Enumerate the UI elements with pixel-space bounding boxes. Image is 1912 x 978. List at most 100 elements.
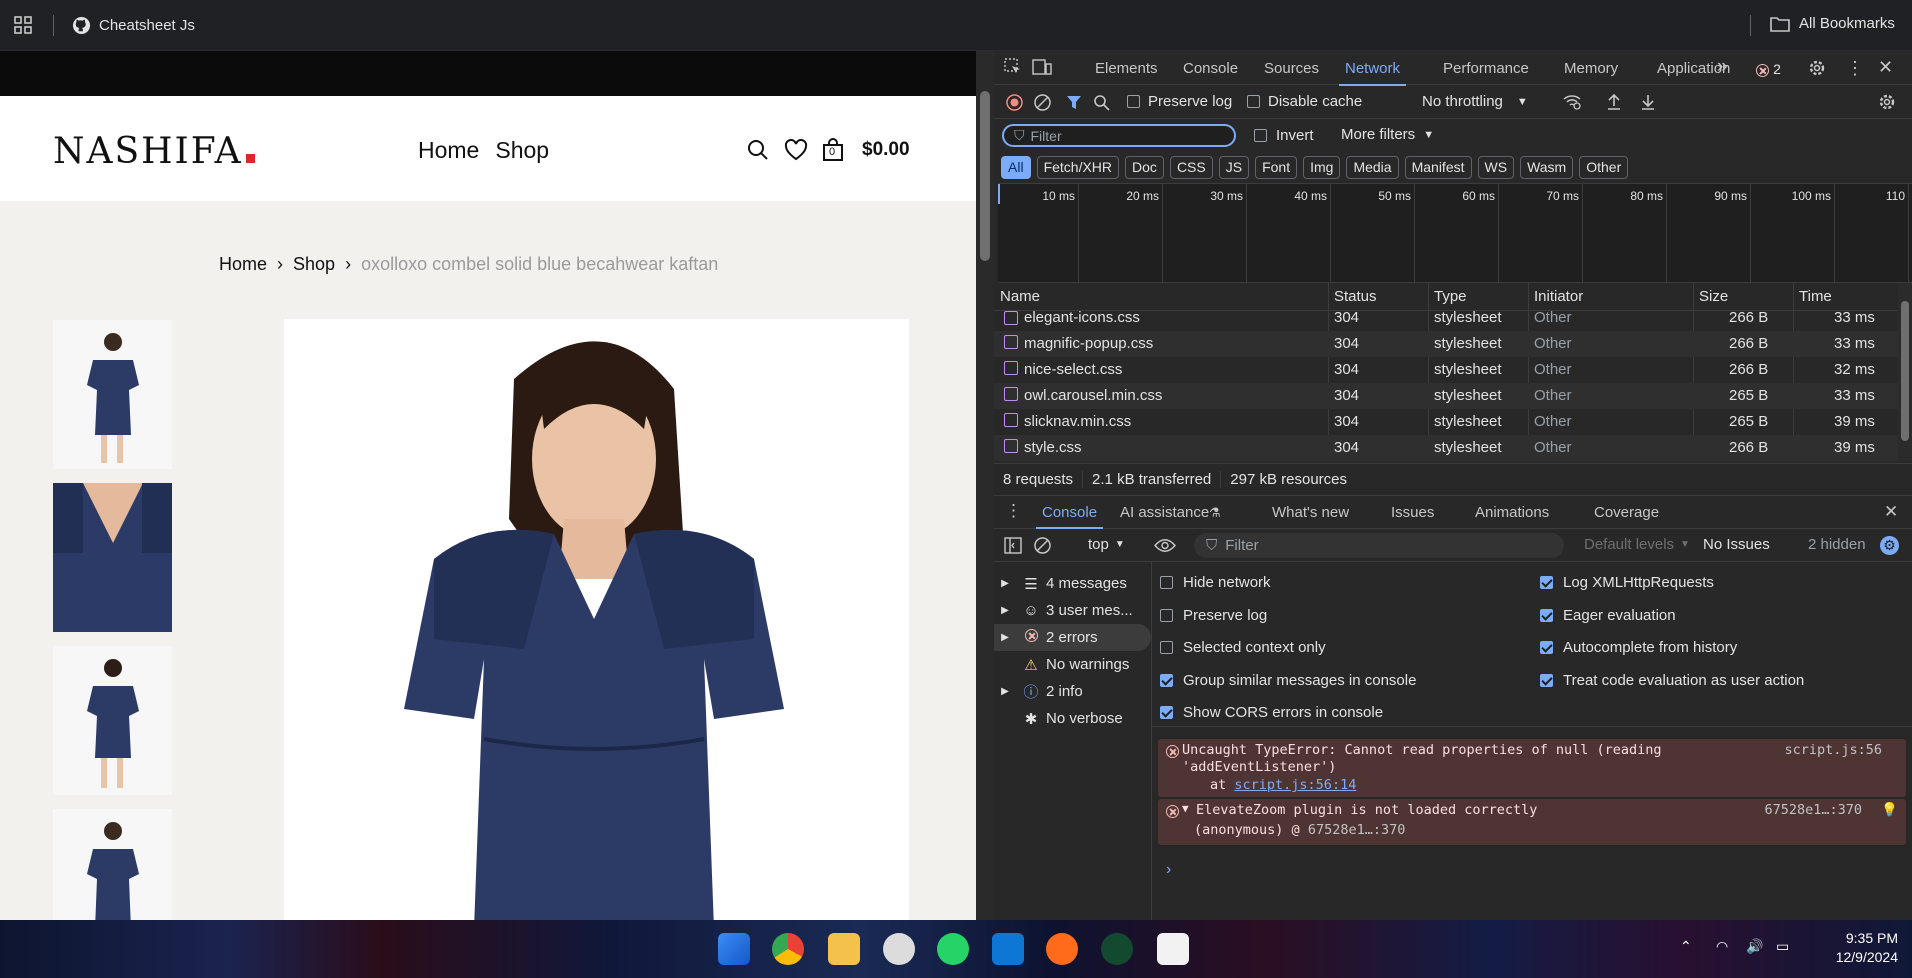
live-expression-eye-icon[interactable] — [1154, 538, 1176, 553]
inspect-element-icon[interactable] — [1004, 58, 1022, 76]
tab-console[interactable]: Console — [1183, 60, 1238, 77]
type-filter-manifest[interactable]: Manifest — [1404, 155, 1472, 179]
windows-start-icon[interactable] — [718, 933, 750, 965]
filter-funnel-icon[interactable] — [1066, 95, 1082, 110]
preserve-log-checkbox[interactable]: Preserve log — [1127, 93, 1232, 110]
setting-group-similar[interactable]: Group similar messages in console — [1160, 672, 1416, 689]
setting-user-action[interactable]: Treat code evaluation as user action — [1540, 672, 1804, 689]
console-error-message[interactable]: Uncaught TypeError: Cannot read properti… — [1158, 739, 1906, 797]
invert-checkbox[interactable]: Invert — [1254, 127, 1314, 144]
ai-explain-icon[interactable]: 💡 — [1881, 802, 1898, 818]
network-settings-gear-icon[interactable] — [1878, 93, 1896, 111]
product-thumbnail[interactable] — [53, 646, 172, 795]
vscode-icon[interactable] — [992, 933, 1024, 965]
product-main-image[interactable] — [284, 319, 909, 920]
type-filter-fetch[interactable]: Fetch/XHR — [1036, 155, 1120, 179]
error-count-badge[interactable]: 2 — [1756, 61, 1781, 78]
sidebar-item-info[interactable]: ▶ ⓘ 2 info — [994, 678, 1151, 705]
console-prompt[interactable]: › — [1166, 861, 1171, 879]
sidebar-item-verbose[interactable]: ✱ No verbose — [994, 705, 1151, 732]
table-row[interactable]: style.css 304 stylesheet Other 266 B 39 … — [994, 435, 1898, 461]
drawer-tab-issues[interactable]: Issues — [1391, 504, 1434, 521]
setting-autocomplete[interactable]: Autocomplete from history — [1540, 639, 1737, 656]
table-row[interactable]: magnific-popup.css 304 stylesheet Other … — [994, 331, 1898, 357]
network-conditions-icon[interactable] — [1562, 93, 1582, 111]
type-filter-font[interactable]: Font — [1255, 155, 1298, 179]
tab-network[interactable]: Network — [1338, 60, 1407, 86]
drawer-tab-whats-new[interactable]: What's new — [1272, 504, 1349, 521]
mongodb-icon[interactable] — [1101, 933, 1133, 965]
chrome-icon[interactable] — [772, 933, 804, 965]
close-devtools-icon[interactable]: ✕ — [1878, 57, 1893, 78]
table-scrollbar[interactable] — [1898, 283, 1912, 461]
battery-icon[interactable]: ▭ — [1776, 938, 1789, 955]
throttling-select[interactable]: No throttling ▼ — [1422, 93, 1528, 110]
expand-triangle-icon[interactable]: ▼ — [1182, 802, 1189, 815]
setting-preserve-log[interactable]: Preserve log — [1160, 607, 1267, 624]
breadcrumb-home[interactable]: Home — [219, 254, 267, 275]
sidebar-item-errors[interactable]: ▶ 2 errors — [994, 624, 1151, 651]
word-app-icon[interactable] — [1157, 933, 1189, 965]
site-logo[interactable]: NASHIFA — [53, 131, 255, 172]
export-har-icon[interactable] — [1640, 93, 1656, 111]
setting-log-xhr[interactable]: Log XMLHttpRequests — [1540, 574, 1714, 591]
log-levels-dropdown[interactable]: Default levels ▼ — [1584, 536, 1690, 553]
chatgpt-icon[interactable] — [883, 933, 915, 965]
scrollbar-thumb[interactable] — [980, 91, 990, 261]
product-thumbnail[interactable] — [53, 809, 172, 920]
issues-count[interactable]: No Issues — [1703, 536, 1770, 553]
product-thumbnail[interactable] — [53, 483, 172, 632]
drawer-tab-console[interactable]: Console — [1035, 504, 1104, 529]
device-toolbar-icon[interactable] — [1032, 58, 1052, 76]
search-icon[interactable] — [746, 138, 770, 162]
table-row[interactable]: slicknav.min.css 304 stylesheet Other 26… — [994, 409, 1898, 435]
drawer-tab-coverage[interactable]: Coverage — [1594, 504, 1659, 521]
tab-elements[interactable]: Elements — [1095, 60, 1158, 77]
filter-input[interactable]: ⛉ Filter — [1002, 124, 1236, 147]
record-icon[interactable] — [1006, 94, 1023, 111]
setting-selected-context[interactable]: Selected context only — [1160, 639, 1326, 656]
network-timeline[interactable]: 10 ms 20 ms 30 ms 40 ms 50 ms 60 ms 70 m… — [998, 183, 1912, 284]
drawer-tab-ai-assistance[interactable]: AI assistance — [1120, 504, 1209, 521]
import-har-icon[interactable] — [1606, 93, 1622, 111]
file-explorer-icon[interactable] — [828, 933, 860, 965]
console-settings-gear-icon[interactable]: ⚙ — [1880, 536, 1899, 555]
product-thumbnail[interactable] — [53, 320, 172, 469]
search-icon[interactable] — [1093, 94, 1110, 111]
volume-icon[interactable]: 🔊 — [1746, 938, 1763, 955]
stack-link[interactable]: 67528e1…:370 — [1308, 822, 1406, 838]
type-filter-doc[interactable]: Doc — [1125, 155, 1164, 179]
more-filters-dropdown[interactable]: More filters ▼ — [1341, 126, 1434, 143]
console-error-message[interactable]: ▼ ElevateZoom plugin is not loaded corre… — [1158, 799, 1906, 845]
firefox-icon[interactable] — [1046, 933, 1078, 965]
wifi-icon[interactable]: ◠ — [1716, 938, 1728, 955]
nav-shop[interactable]: Shop — [495, 137, 549, 164]
heart-icon[interactable] — [784, 139, 808, 161]
setting-hide-network[interactable]: Hide network — [1160, 574, 1271, 591]
type-filter-wasm[interactable]: Wasm — [1520, 155, 1574, 179]
settings-gear-icon[interactable] — [1808, 59, 1826, 77]
whatsapp-icon[interactable] — [937, 933, 969, 965]
tab-memory[interactable]: Memory — [1564, 60, 1618, 77]
tab-sources[interactable]: Sources — [1264, 60, 1319, 77]
table-row[interactable]: elegant-icons.css 304 stylesheet Other 2… — [994, 307, 1898, 333]
type-filter-ws[interactable]: WS — [1477, 155, 1515, 179]
table-row[interactable]: owl.carousel.min.css 304 stylesheet Othe… — [994, 383, 1898, 409]
bookmark-cheatsheet[interactable]: Cheatsheet Js — [72, 16, 195, 35]
more-tabs-icon[interactable]: » — [1717, 56, 1728, 78]
setting-eager-eval[interactable]: Eager evaluation — [1540, 607, 1676, 624]
type-filter-img[interactable]: Img — [1303, 155, 1341, 179]
page-scrollbar[interactable] — [976, 51, 994, 920]
scrollbar-thumb[interactable] — [1901, 301, 1909, 441]
apps-grid-icon[interactable] — [14, 16, 32, 34]
nav-home[interactable]: Home — [418, 137, 479, 164]
type-filter-js[interactable]: JS — [1218, 155, 1250, 179]
more-options-icon[interactable]: ⋮ — [1846, 58, 1864, 79]
close-drawer-icon[interactable]: ✕ — [1884, 502, 1898, 522]
type-filter-media[interactable]: Media — [1346, 155, 1399, 179]
all-bookmarks-button[interactable]: All Bookmarks — [1770, 15, 1895, 32]
type-filter-all[interactable]: All — [1001, 155, 1031, 179]
console-filter-input[interactable]: ⛉ Filter — [1194, 533, 1564, 558]
sidebar-item-messages[interactable]: ▶ ☰ 4 messages — [994, 570, 1151, 597]
table-row[interactable]: nice-select.css 304 stylesheet Other 266… — [994, 357, 1898, 383]
